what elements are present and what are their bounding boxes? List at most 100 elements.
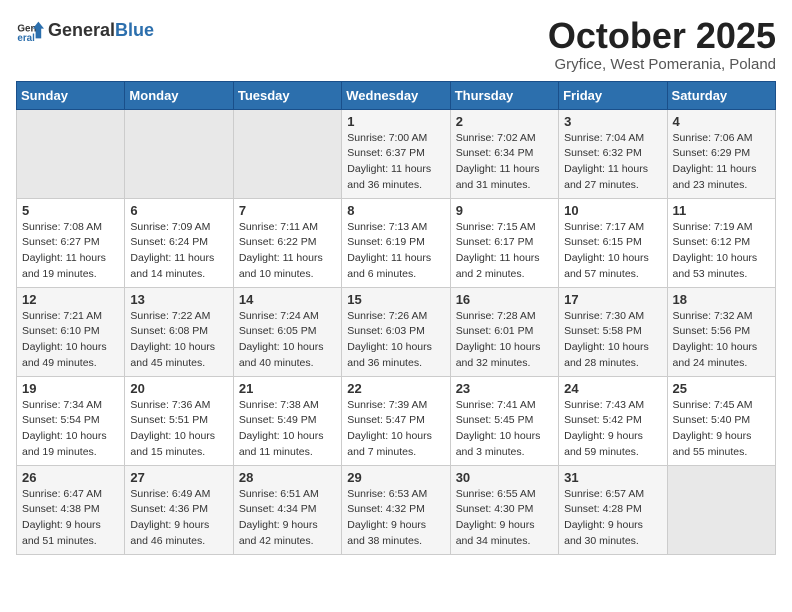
day-info: Sunrise: 6:55 AM Sunset: 4:30 PM Dayligh… <box>456 487 553 550</box>
day-number: 29 <box>347 470 444 485</box>
day-number: 1 <box>347 114 444 129</box>
calendar-cell: 28 Sunrise: 6:51 AM Sunset: 4:34 PM Dayli… <box>233 465 341 554</box>
day-number: 8 <box>347 203 444 218</box>
day-number: 30 <box>456 470 553 485</box>
day-of-week-header: Saturday <box>667 81 775 109</box>
calendar-body: 1 Sunrise: 7:00 AM Sunset: 6:37 PM Daylig… <box>17 109 776 554</box>
day-number: 4 <box>673 114 770 129</box>
day-info: Sunrise: 7:24 AM Sunset: 6:05 PM Dayligh… <box>239 309 336 372</box>
calendar-cell: 16Sunrise: 7:28 AM Sunset: 6:01 PM Dayli… <box>450 287 558 376</box>
calendar-week-row: 19Sunrise: 7:34 AM Sunset: 5:54 PM Dayli… <box>17 376 776 465</box>
day-of-week-header: Tuesday <box>233 81 341 109</box>
calendar-cell: 4 Sunrise: 7:06 AM Sunset: 6:29 PM Daylig… <box>667 109 775 198</box>
day-info: Sunrise: 7:17 AM Sunset: 6:15 PM Dayligh… <box>564 220 661 283</box>
day-info: Sunrise: 7:06 AM Sunset: 6:29 PM Dayligh… <box>673 131 770 194</box>
day-number: 16 <box>456 292 553 307</box>
day-of-week-header: Sunday <box>17 81 125 109</box>
day-number: 12 <box>22 292 119 307</box>
calendar-cell: 12 Sunrise: 7:21 AM Sunset: 6:10 PM Dayli… <box>17 287 125 376</box>
logo-blue: Blue <box>115 20 154 41</box>
day-info: Sunrise: 7:43 AM Sunset: 5:42 PM Dayligh… <box>564 398 661 461</box>
calendar-week-row: 5 Sunrise: 7:08 AM Sunset: 6:27 PM Daylig… <box>17 198 776 287</box>
calendar-cell: 27 Sunrise: 6:49 AM Sunset: 4:36 PM Dayli… <box>125 465 233 554</box>
calendar-cell: 30 Sunrise: 6:55 AM Sunset: 4:30 PM Dayli… <box>450 465 558 554</box>
day-number: 14 <box>239 292 336 307</box>
calendar-cell <box>667 465 775 554</box>
calendar-cell: 9 Sunrise: 7:15 AM Sunset: 6:17 PM Daylig… <box>450 198 558 287</box>
calendar-cell: 14 Sunrise: 7:24 AM Sunset: 6:05 PM Dayli… <box>233 287 341 376</box>
day-info: Sunrise: 7:22 AM Sunset: 6:08 PM Dayligh… <box>130 309 227 372</box>
day-number: 11 <box>673 203 770 218</box>
title-block: October 2025 Gryfice, West Pomerania, Po… <box>548 16 776 73</box>
day-number: 27 <box>130 470 227 485</box>
day-number: 31 <box>564 470 661 485</box>
day-number: 5 <box>22 203 119 218</box>
day-info: Sunrise: 6:47 AM Sunset: 4:38 PM Dayligh… <box>22 487 119 550</box>
day-info: Sunrise: 7:08 AM Sunset: 6:27 PM Dayligh… <box>22 220 119 283</box>
day-info: Sunrise: 7:13 AM Sunset: 6:19 PM Dayligh… <box>347 220 444 283</box>
calendar-cell: 23 Sunrise: 7:41 AM Sunset: 5:45 PM Dayli… <box>450 376 558 465</box>
calendar-cell: 1 Sunrise: 7:00 AM Sunset: 6:37 PM Daylig… <box>342 109 450 198</box>
day-info: Sunrise: 7:04 AM Sunset: 6:32 PM Dayligh… <box>564 131 661 194</box>
calendar-cell: 8 Sunrise: 7:13 AM Sunset: 6:19 PM Daylig… <box>342 198 450 287</box>
day-number: 28 <box>239 470 336 485</box>
calendar-cell: 19Sunrise: 7:34 AM Sunset: 5:54 PM Dayli… <box>17 376 125 465</box>
calendar-header-row: SundayMondayTuesdayWednesdayThursdayFrid… <box>17 81 776 109</box>
day-number: 18 <box>673 292 770 307</box>
calendar-cell: 21Sunrise: 7:38 AM Sunset: 5:49 PM Dayli… <box>233 376 341 465</box>
calendar-cell: 3Sunrise: 7:04 AM Sunset: 6:32 PM Daylig… <box>559 109 667 198</box>
calendar-cell: 20Sunrise: 7:36 AM Sunset: 5:51 PM Dayli… <box>125 376 233 465</box>
day-number: 13 <box>130 292 227 307</box>
day-number: 25 <box>673 381 770 396</box>
calendar-week-row: 1 Sunrise: 7:00 AM Sunset: 6:37 PM Daylig… <box>17 109 776 198</box>
logo-general: General <box>48 20 115 41</box>
day-info: Sunrise: 7:11 AM Sunset: 6:22 PM Dayligh… <box>239 220 336 283</box>
day-number: 22 <box>347 381 444 396</box>
calendar-cell: 24Sunrise: 7:43 AM Sunset: 5:42 PM Dayli… <box>559 376 667 465</box>
location-subtitle: Gryfice, West Pomerania, Poland <box>548 56 776 73</box>
calendar-week-row: 26 Sunrise: 6:47 AM Sunset: 4:38 PM Dayli… <box>17 465 776 554</box>
day-number: 15 <box>347 292 444 307</box>
day-info: Sunrise: 7:19 AM Sunset: 6:12 PM Dayligh… <box>673 220 770 283</box>
calendar-cell: 31 Sunrise: 6:57 AM Sunset: 4:28 PM Dayli… <box>559 465 667 554</box>
calendar-cell: 15Sunrise: 7:26 AM Sunset: 6:03 PM Dayli… <box>342 287 450 376</box>
day-number: 2 <box>456 114 553 129</box>
calendar-cell: 17Sunrise: 7:30 AM Sunset: 5:58 PM Dayli… <box>559 287 667 376</box>
calendar-cell <box>125 109 233 198</box>
svg-text:eral: eral <box>17 33 35 44</box>
day-info: Sunrise: 7:21 AM Sunset: 6:10 PM Dayligh… <box>22 309 119 372</box>
calendar-cell: 10Sunrise: 7:17 AM Sunset: 6:15 PM Dayli… <box>559 198 667 287</box>
calendar-cell: 13 Sunrise: 7:22 AM Sunset: 6:08 PM Dayli… <box>125 287 233 376</box>
day-info: Sunrise: 7:09 AM Sunset: 6:24 PM Dayligh… <box>130 220 227 283</box>
calendar-cell: 6 Sunrise: 7:09 AM Sunset: 6:24 PM Daylig… <box>125 198 233 287</box>
calendar-cell: 29 Sunrise: 6:53 AM Sunset: 4:32 PM Dayli… <box>342 465 450 554</box>
day-info: Sunrise: 7:45 AM Sunset: 5:40 PM Dayligh… <box>673 398 770 461</box>
calendar-cell: 25 Sunrise: 7:45 AM Sunset: 5:40 PM Dayli… <box>667 376 775 465</box>
calendar-cell: 5 Sunrise: 7:08 AM Sunset: 6:27 PM Daylig… <box>17 198 125 287</box>
calendar-cell: 11 Sunrise: 7:19 AM Sunset: 6:12 PM Dayli… <box>667 198 775 287</box>
day-info: Sunrise: 6:51 AM Sunset: 4:34 PM Dayligh… <box>239 487 336 550</box>
calendar-table: SundayMondayTuesdayWednesdayThursdayFrid… <box>16 81 776 555</box>
day-info: Sunrise: 7:15 AM Sunset: 6:17 PM Dayligh… <box>456 220 553 283</box>
day-number: 17 <box>564 292 661 307</box>
day-info: Sunrise: 7:02 AM Sunset: 6:34 PM Dayligh… <box>456 131 553 194</box>
day-info: Sunrise: 6:57 AM Sunset: 4:28 PM Dayligh… <box>564 487 661 550</box>
day-info: Sunrise: 7:41 AM Sunset: 5:45 PM Dayligh… <box>456 398 553 461</box>
day-info: Sunrise: 7:00 AM Sunset: 6:37 PM Dayligh… <box>347 131 444 194</box>
day-number: 6 <box>130 203 227 218</box>
day-of-week-header: Wednesday <box>342 81 450 109</box>
day-info: Sunrise: 7:36 AM Sunset: 5:51 PM Dayligh… <box>130 398 227 461</box>
day-info: Sunrise: 7:34 AM Sunset: 5:54 PM Dayligh… <box>22 398 119 461</box>
page-header: Gen eral GeneralBlue October 2025 Gryfic… <box>16 16 776 73</box>
day-of-week-header: Thursday <box>450 81 558 109</box>
day-number: 26 <box>22 470 119 485</box>
calendar-week-row: 12 Sunrise: 7:21 AM Sunset: 6:10 PM Dayli… <box>17 287 776 376</box>
calendar-cell: 26 Sunrise: 6:47 AM Sunset: 4:38 PM Dayli… <box>17 465 125 554</box>
day-number: 23 <box>456 381 553 396</box>
day-info: Sunrise: 6:53 AM Sunset: 4:32 PM Dayligh… <box>347 487 444 550</box>
day-number: 7 <box>239 203 336 218</box>
day-info: Sunrise: 7:32 AM Sunset: 5:56 PM Dayligh… <box>673 309 770 372</box>
day-info: Sunrise: 6:49 AM Sunset: 4:36 PM Dayligh… <box>130 487 227 550</box>
calendar-cell: 18 Sunrise: 7:32 AM Sunset: 5:56 PM Dayli… <box>667 287 775 376</box>
day-number: 9 <box>456 203 553 218</box>
